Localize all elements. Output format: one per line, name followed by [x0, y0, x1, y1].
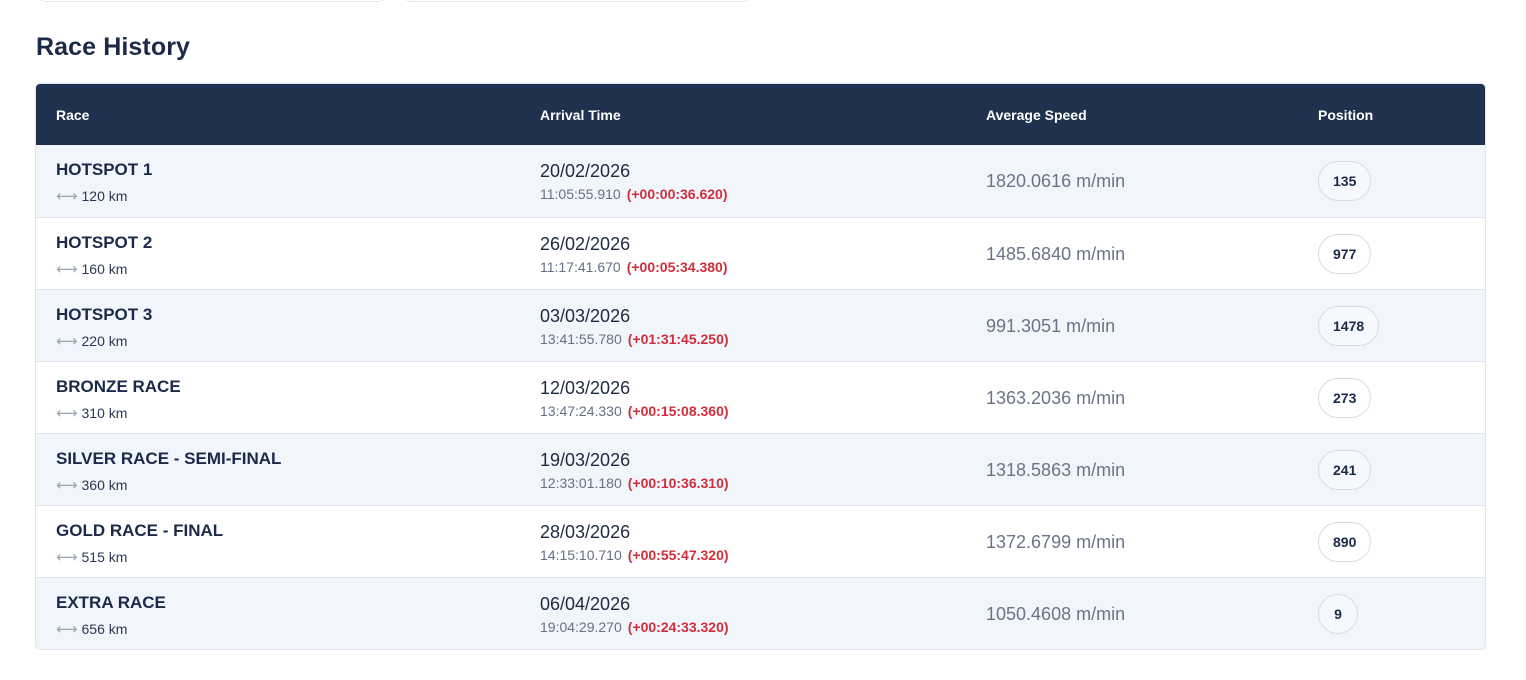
- arrival-time: 11:05:55.910 (+00:00:36.620): [540, 186, 728, 202]
- average-speed: 1363.2036 m/min: [986, 388, 1126, 408]
- position-badge: 977: [1318, 234, 1372, 274]
- left-right-arrow-icon: ⟷: [56, 188, 77, 205]
- race-name: GOLD RACE - FINAL: [56, 521, 224, 540]
- distance-value: 120 km: [81, 188, 128, 204]
- average-speed: 1485.6840 m/min: [986, 244, 1126, 264]
- distance-value: 310 km: [81, 405, 128, 421]
- table-row[interactable]: HOTSPOT 2 ⟷ 160 km 26/02/2026 11:17:41.670 (+…: [36, 217, 1485, 289]
- arrival-delta: (+00:24:33.320): [627, 619, 729, 635]
- filter-pill-2[interactable]: [402, 0, 752, 2]
- table-row[interactable]: EXTRA RACE ⟷ 656 km 06/04/2026 19:04:29.270 (…: [36, 577, 1485, 649]
- table-header: Race Arrival Time Average Speed Position: [36, 84, 1485, 145]
- table-row[interactable]: SILVER RACE - SEMI-FINAL ⟷ 360 km 19/03/202…: [36, 433, 1485, 505]
- arrival-delta: (+01:31:45.250): [627, 331, 729, 347]
- race-distance: ⟷ 360 km: [56, 476, 127, 494]
- race-name: SILVER RACE - SEMI-FINAL: [56, 449, 282, 468]
- race-name: HOTSPOT 3: [56, 305, 153, 324]
- distance-value: 220 km: [81, 333, 128, 349]
- distance-value: 656 km: [81, 621, 128, 637]
- race-distance: ⟷ 160 km: [56, 260, 127, 278]
- race-distance: ⟷ 515 km: [56, 548, 127, 566]
- arrival-delta: (+00:05:34.380): [626, 259, 728, 275]
- header-arrival-time: Arrival Time: [540, 106, 621, 123]
- average-speed: 991.3051 m/min: [986, 316, 1116, 336]
- race-name: EXTRA RACE: [56, 593, 166, 612]
- arrival-date: 26/02/2026: [540, 234, 631, 254]
- left-right-arrow-icon: ⟷: [56, 621, 77, 638]
- left-right-arrow-icon: ⟷: [56, 333, 77, 350]
- race-distance: ⟷ 120 km: [56, 187, 127, 205]
- arrival-clock: 13:41:55.780: [540, 331, 622, 347]
- table-row[interactable]: BRONZE RACE ⟷ 310 km 12/03/2026 13:47:24.330…: [36, 361, 1485, 433]
- arrival-date: 12/03/2026: [540, 378, 631, 398]
- arrival-clock: 11:05:55.910: [540, 186, 621, 202]
- race-distance: ⟷ 656 km: [56, 620, 127, 638]
- position-badge: 273: [1318, 378, 1372, 418]
- filter-pill-1[interactable]: [36, 0, 388, 2]
- left-right-arrow-icon: ⟷: [56, 261, 77, 278]
- arrival-date: 19/03/2026: [540, 450, 631, 470]
- arrival-date: 20/02/2026: [540, 161, 631, 181]
- position-badge: 241: [1318, 450, 1372, 490]
- table-row[interactable]: HOTSPOT 3 ⟷ 220 km 03/03/2026 13:41:55.780 (+…: [36, 289, 1485, 361]
- position-badge: 9: [1318, 594, 1358, 634]
- header-average-speed: Average Speed: [986, 106, 1087, 123]
- arrival-time: 11:17:41.670 (+00:05:34.380): [540, 259, 728, 275]
- average-speed: 1050.4608 m/min: [986, 604, 1126, 624]
- race-name: BRONZE RACE: [56, 377, 181, 396]
- left-right-arrow-icon: ⟷: [56, 405, 77, 422]
- arrival-clock: 11:17:41.670: [540, 259, 621, 275]
- arrival-clock: 13:47:24.330: [540, 403, 622, 419]
- position-badge: 1478: [1318, 306, 1380, 346]
- header-race: Race: [56, 106, 90, 123]
- arrival-clock: 12:33:01.180: [540, 475, 622, 491]
- arrival-date: 28/03/2026: [540, 522, 631, 542]
- race-distance: ⟷ 310 km: [56, 404, 127, 422]
- table-row[interactable]: GOLD RACE - FINAL ⟷ 515 km 28/03/2026 14:15:…: [36, 505, 1485, 577]
- arrival-clock: 19:04:29.270: [540, 619, 622, 635]
- race-name: HOTSPOT 2: [56, 233, 153, 252]
- arrival-delta: (+00:00:36.620): [626, 186, 728, 202]
- arrival-delta: (+00:55:47.320): [627, 547, 729, 563]
- section-title: Race History: [36, 33, 191, 61]
- left-right-arrow-icon: ⟷: [56, 549, 77, 566]
- arrival-date: 03/03/2026: [540, 306, 631, 326]
- arrival-clock: 14:15:10.710: [540, 547, 622, 563]
- arrival-time: 19:04:29.270 (+00:24:33.320): [540, 619, 729, 635]
- arrival-time: 14:15:10.710 (+00:55:47.320): [540, 547, 729, 563]
- table-row[interactable]: HOTSPOT 1 ⟷ 120 km 20/02/2026 11:05:55.910 (+…: [36, 145, 1485, 217]
- average-speed: 1820.0616 m/min: [986, 171, 1126, 191]
- arrival-time: 12:33:01.180 (+00:10:36.310): [540, 475, 729, 491]
- arrival-delta: (+00:10:36.310): [627, 475, 729, 491]
- average-speed: 1318.5863 m/min: [986, 460, 1126, 480]
- top-filter-bar: [36, 0, 752, 2]
- distance-value: 160 km: [81, 261, 128, 277]
- arrival-time: 13:47:24.330 (+00:15:08.360): [540, 403, 729, 419]
- arrival-delta: (+00:15:08.360): [627, 403, 729, 419]
- arrival-date: 06/04/2026: [540, 594, 631, 614]
- distance-value: 515 km: [81, 549, 128, 565]
- race-distance: ⟷ 220 km: [56, 332, 127, 350]
- position-badge: 890: [1318, 522, 1372, 562]
- header-position: Position: [1318, 106, 1374, 123]
- race-history-table: Race Arrival Time Average Speed Position…: [35, 83, 1486, 650]
- distance-value: 360 km: [81, 477, 128, 493]
- average-speed: 1372.6799 m/min: [986, 532, 1126, 552]
- position-badge: 135: [1318, 161, 1372, 201]
- arrival-time: 13:41:55.780 (+01:31:45.250): [540, 331, 729, 347]
- left-right-arrow-icon: ⟷: [56, 477, 77, 494]
- race-name: HOTSPOT 1: [56, 160, 153, 179]
